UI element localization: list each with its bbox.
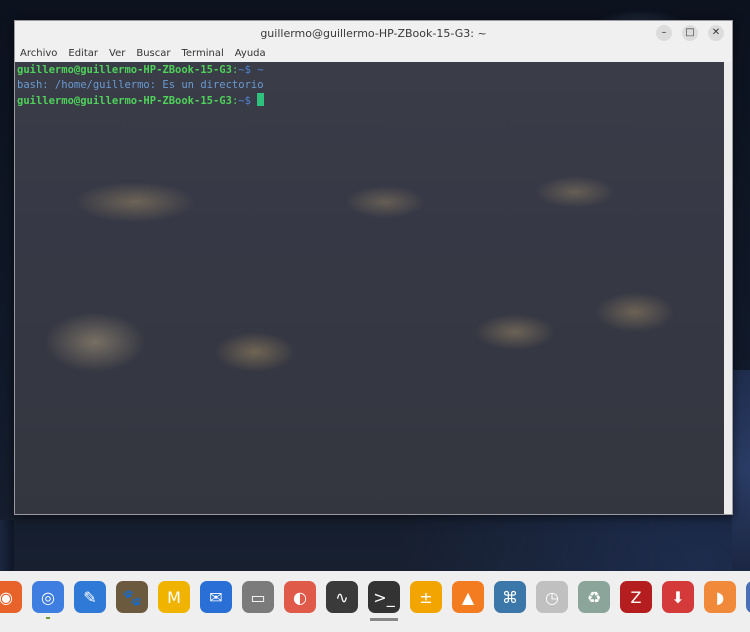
orange-app-icon[interactable]: ◗	[704, 581, 736, 613]
running-indicator	[46, 617, 50, 619]
prompt-user: guillermo@guillermo-HP-ZBook-15-G3	[17, 64, 232, 76]
terminal-scrollbar[interactable]	[724, 62, 732, 514]
gimp-icon[interactable]: 🐾	[116, 581, 148, 613]
window-controls: – □ ✕	[656, 25, 724, 41]
thunderbird-icon[interactable]: ✉	[200, 581, 232, 613]
terminal-line: guillermo@guillermo-HP-ZBook-15-G3:~$	[17, 93, 722, 109]
window-title: guillermo@guillermo-HP-ZBook-15-G3: ~	[260, 26, 487, 40]
text-editor-icon[interactable]: ✎	[74, 581, 106, 613]
command-text: ~	[250, 64, 264, 76]
menubar: Archivo Editar Ver Buscar Terminal Ayuda	[15, 45, 732, 62]
clock-icon[interactable]: ◷	[536, 581, 568, 613]
terminal-line: guillermo@guillermo-HP-ZBook-15-G3:~$ ~	[17, 63, 722, 78]
active-indicator	[370, 618, 398, 621]
dock-icons: ◉ ◎ ✎ 🐾 M ✉ ▭ ◐ ∿ >_ ± ▲ ⌘ ◷ ♻ Z ⬇ ◗	[0, 577, 750, 621]
close-button[interactable]: ✕	[708, 25, 724, 41]
vlc-icon[interactable]: ▲	[452, 581, 484, 613]
minimize-button[interactable]: –	[656, 25, 672, 41]
downloader-icon[interactable]: ⬇	[662, 581, 694, 613]
settings-toggle-icon[interactable]: ◐	[284, 581, 316, 613]
system-monitor-icon[interactable]: ∿	[326, 581, 358, 613]
filezilla-icon[interactable]: Z	[620, 581, 652, 613]
menu-editar[interactable]: Editar	[68, 48, 98, 59]
menu-ayuda[interactable]: Ayuda	[235, 48, 266, 59]
menu-buscar[interactable]: Buscar	[136, 48, 170, 59]
partial-app-icon[interactable]	[746, 581, 750, 613]
window-titlebar[interactable]: guillermo@guillermo-HP-ZBook-15-G3: ~ – …	[15, 21, 732, 45]
terminal-output-line: bash: /home/guillermo: Es un directorio	[17, 79, 264, 91]
dock: ◉ ◎ ✎ 🐾 M ✉ ▭ ◐ ∿ >_ ± ▲ ⌘ ◷ ♻ Z ⬇ ◗	[0, 571, 750, 632]
files-icon[interactable]: ▭	[242, 581, 274, 613]
menu-ver[interactable]: Ver	[109, 48, 125, 59]
desktop-wallpaper-edge	[732, 370, 750, 570]
m-app-icon[interactable]: M	[158, 581, 190, 613]
terminal-window[interactable]: guillermo@guillermo-HP-ZBook-15-G3: ~ – …	[14, 20, 733, 515]
text-cursor	[257, 93, 265, 106]
chromium-icon[interactable]: ◎	[32, 581, 64, 619]
menu-terminal[interactable]: Terminal	[181, 48, 223, 59]
terminal-icon[interactable]: >_	[368, 581, 400, 621]
firefox-icon[interactable]: ◉	[0, 581, 22, 613]
maximize-button[interactable]: □	[682, 25, 698, 41]
menu-archivo[interactable]: Archivo	[20, 48, 57, 59]
terminal-output-area[interactable]: guillermo@guillermo-HP-ZBook-15-G3:~$ ~ …	[15, 62, 724, 514]
trash-icon[interactable]: ♻	[578, 581, 610, 613]
prompt-user: guillermo@guillermo-HP-ZBook-15-G3	[17, 95, 232, 107]
calculator-icon[interactable]: ±	[410, 581, 442, 613]
python-icon[interactable]: ⌘	[494, 581, 526, 613]
